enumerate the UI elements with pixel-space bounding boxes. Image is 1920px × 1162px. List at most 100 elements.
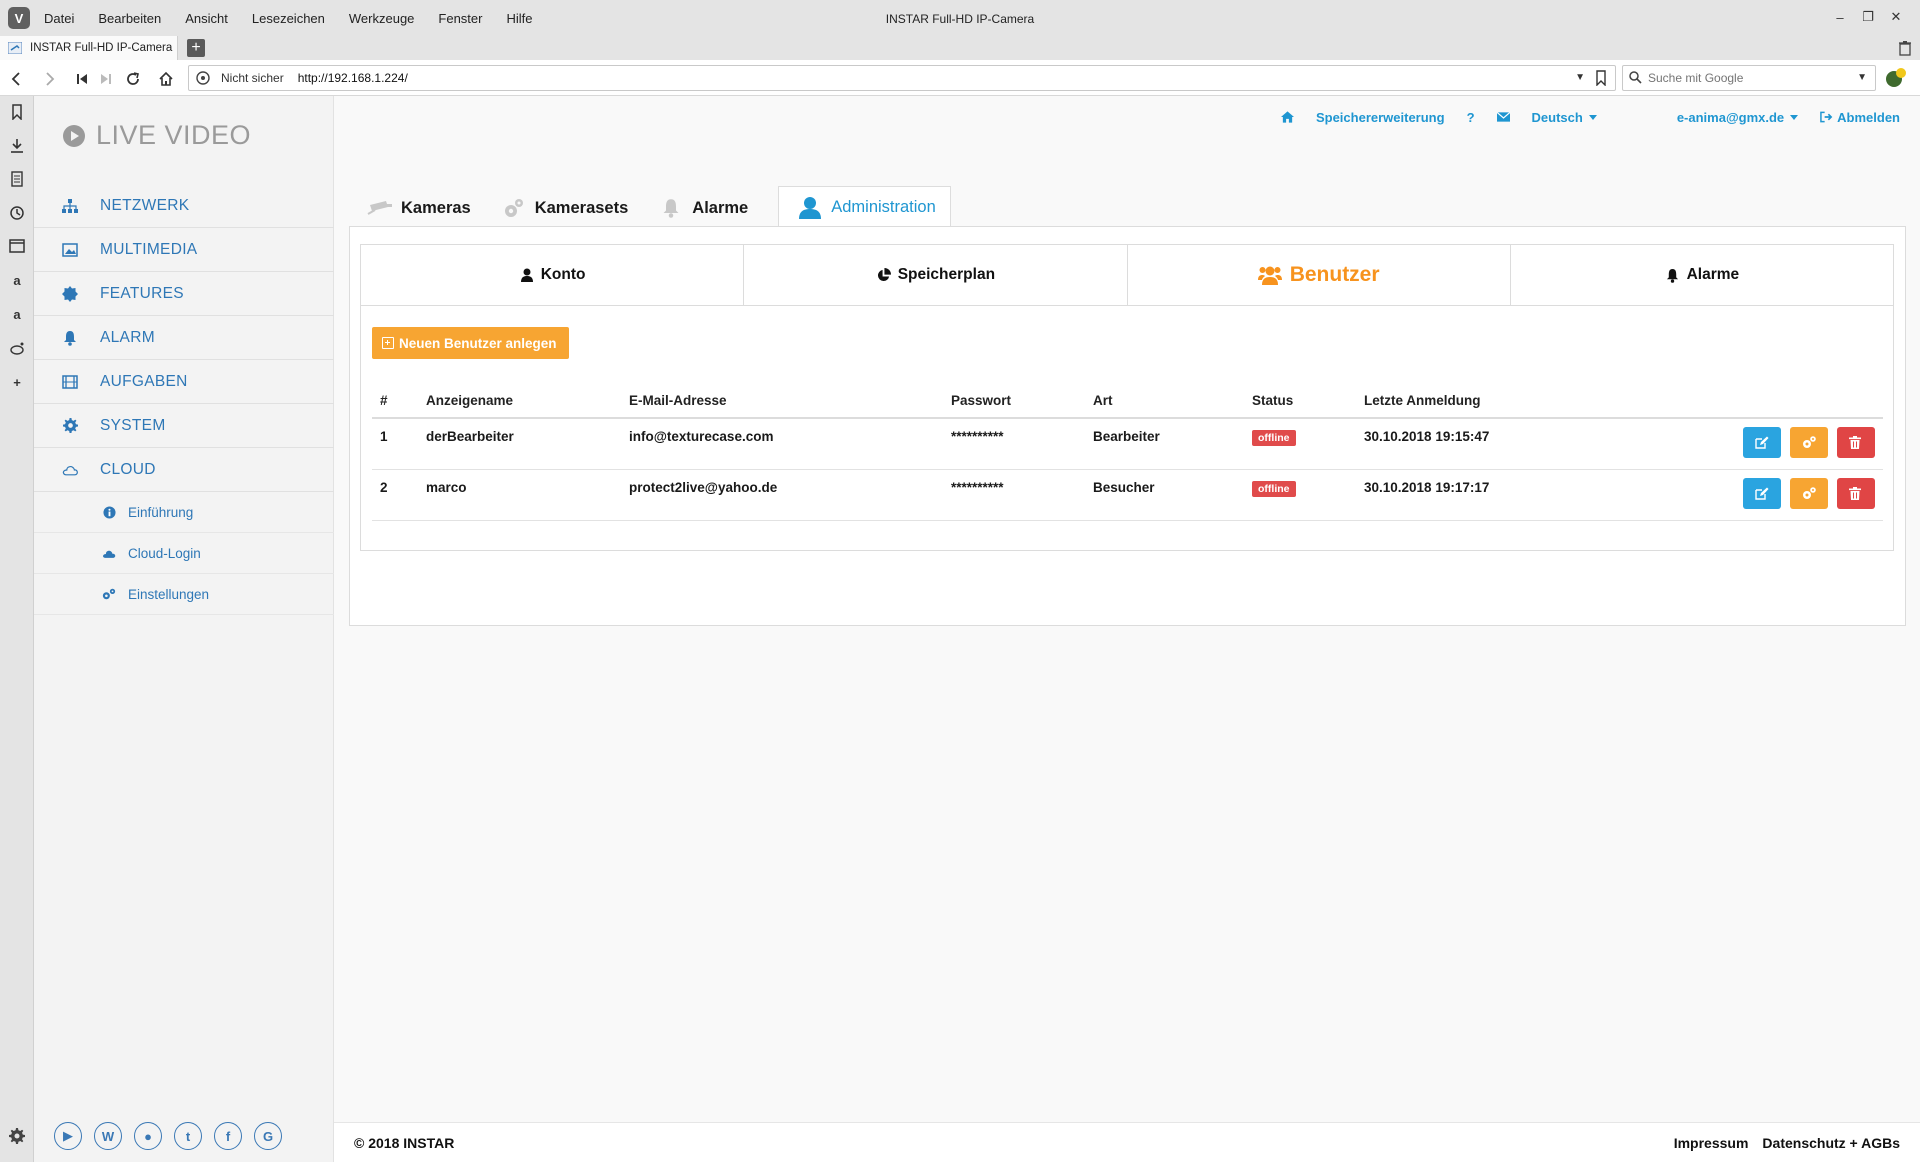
delete-user-button[interactable] xyxy=(1837,477,1875,509)
tab-administration[interactable]: Administration xyxy=(778,186,951,228)
close-icon[interactable]: ✕ xyxy=(1882,6,1910,28)
add-user-button[interactable]: Neuen Benutzer anlegen xyxy=(372,327,569,359)
sitemap-icon xyxy=(62,198,78,214)
sidebar-item-netzwerk[interactable]: NETZWERK xyxy=(34,184,334,228)
storage-link[interactable]: Speichererweiterung xyxy=(1316,110,1445,125)
cell-status: offline xyxy=(1244,469,1356,521)
window-panel-icon[interactable] xyxy=(7,236,27,256)
subtab-konto[interactable]: Konto xyxy=(361,245,745,305)
cell-actions xyxy=(1606,418,1883,470)
fastforward-icon[interactable] xyxy=(96,69,116,89)
address-bar[interactable]: Nicht sicher http://192.168.1.224/ ▼ xyxy=(188,65,1616,91)
table-header-row: # Anzeigename E-Mail-Adresse Passwort Ar… xyxy=(372,384,1883,419)
menu-werkzeuge[interactable]: Werkzeuge xyxy=(349,11,415,26)
subtab-label: Benutzer xyxy=(1289,263,1380,286)
live-video-link[interactable]: LIVE VIDEO xyxy=(62,120,251,151)
impressum-link[interactable]: Impressum xyxy=(1674,1135,1749,1151)
reddit-panel-icon[interactable] xyxy=(7,338,27,358)
search-engine-dropdown-icon[interactable]: ▼ xyxy=(1857,72,1867,83)
language-dropdown[interactable]: Deutsch xyxy=(1532,110,1597,125)
help-link[interactable]: ? xyxy=(1467,110,1475,125)
sidebar-subitem-cloud-login[interactable]: Cloud-Login xyxy=(34,533,334,574)
mail-link[interactable] xyxy=(1496,112,1510,122)
envelope-icon xyxy=(1496,112,1510,122)
cell-name: derBearbeiter xyxy=(418,418,621,470)
sidebar-subitem-einstellungen[interactable]: Einstellungen xyxy=(34,574,334,615)
admin-subtabs: Konto Speicherplan Benutzer Alarme xyxy=(360,244,1894,306)
user-settings-button[interactable] xyxy=(1790,477,1829,509)
amazon-panel-icon-2[interactable]: a xyxy=(7,304,27,324)
menu-hilfe[interactable]: Hilfe xyxy=(506,11,532,26)
user-dropdown[interactable]: e-anima@gmx.de xyxy=(1677,110,1799,125)
sidebar-item-system[interactable]: SYSTEM xyxy=(34,404,334,448)
bookmark-icon[interactable] xyxy=(1595,70,1607,86)
url-text[interactable]: http://192.168.1.224/ xyxy=(298,71,408,85)
browser-tab[interactable]: INSTAR Full-HD IP-Camera xyxy=(0,36,178,60)
subtab-benutzer[interactable]: Benutzer xyxy=(1128,245,1511,305)
new-tab-button[interactable]: + xyxy=(187,39,205,57)
forum-icon[interactable]: ● xyxy=(134,1122,162,1150)
minimize-icon[interactable]: – xyxy=(1826,6,1854,28)
google-plus-icon[interactable]: G xyxy=(254,1122,282,1150)
logout-link[interactable]: Abmelden xyxy=(1820,110,1900,125)
edit-user-button[interactable] xyxy=(1743,427,1782,458)
home-icon[interactable] xyxy=(156,69,176,89)
menu-lesezeichen[interactable]: Lesezeichen xyxy=(252,11,325,26)
wordpress-icon[interactable]: W xyxy=(94,1122,122,1150)
notes-panel-icon[interactable] xyxy=(7,169,27,189)
add-panel-icon[interactable]: + xyxy=(7,372,27,392)
tab-kameras[interactable]: Kameras xyxy=(367,189,487,227)
user-icon xyxy=(519,267,535,283)
sidebar-item-features[interactable]: FEATURES xyxy=(34,272,334,316)
amazon-panel-icon[interactable]: a xyxy=(7,270,27,290)
rewind-icon[interactable] xyxy=(72,69,92,89)
menu-ansicht[interactable]: Ansicht xyxy=(185,11,228,26)
extension-icon[interactable] xyxy=(1884,67,1908,89)
sidebar-item-label: AUFGABEN xyxy=(100,372,188,390)
forward-icon[interactable] xyxy=(40,69,60,89)
sidebar-item-multimedia[interactable]: MULTIMEDIA xyxy=(34,228,334,272)
sidebar-item-aufgaben[interactable]: AUFGABEN xyxy=(34,360,334,404)
facebook-icon[interactable]: f xyxy=(214,1122,242,1150)
cloud-icon xyxy=(62,462,78,478)
url-dropdown-icon[interactable]: ▼ xyxy=(1575,72,1585,83)
back-icon[interactable] xyxy=(6,69,26,89)
users-section: Neuen Benutzer anlegen # Anzeigename E-M… xyxy=(360,306,1894,551)
cell-role: Bearbeiter xyxy=(1085,418,1244,470)
info-security-icon[interactable] xyxy=(195,70,211,86)
cell-email: info@texturecase.com xyxy=(621,418,943,470)
menu-datei[interactable]: Datei xyxy=(44,11,74,26)
downloads-panel-icon[interactable] xyxy=(7,136,27,156)
window-controls: – ❐ ✕ xyxy=(1826,6,1910,28)
sidebar-subitem-einfuehrung[interactable]: Einführung xyxy=(34,492,334,533)
bookmarks-panel-icon[interactable] xyxy=(7,102,27,122)
edit-user-button[interactable] xyxy=(1743,477,1782,509)
privacy-link[interactable]: Datenschutz + AGBs xyxy=(1762,1135,1900,1151)
delete-user-button[interactable] xyxy=(1837,427,1875,458)
browser-menubar: V Datei Bearbeiten Ansicht Lesezeichen W… xyxy=(0,0,1920,36)
settings-gear-icon[interactable] xyxy=(9,1128,25,1144)
twitter-icon[interactable]: t xyxy=(174,1122,202,1150)
footer-links: Impressum Datenschutz + AGBs xyxy=(1660,1135,1900,1151)
reload-icon[interactable] xyxy=(123,69,143,89)
subtab-speicherplan[interactable]: Speicherplan xyxy=(744,245,1128,305)
home-link[interactable] xyxy=(1280,111,1294,123)
vivaldi-logo-icon[interactable]: V xyxy=(8,7,30,29)
restore-icon[interactable]: ❐ xyxy=(1854,6,1882,28)
subtab-alarme[interactable]: Alarme xyxy=(1511,245,1893,305)
menu-fenster[interactable]: Fenster xyxy=(438,11,482,26)
trash-icon[interactable] xyxy=(1898,40,1912,56)
search-box[interactable]: ▼ xyxy=(1622,65,1876,91)
sidebar-item-cloud[interactable]: CLOUD xyxy=(34,448,334,492)
tab-kamerasets[interactable]: Kamerasets xyxy=(501,189,645,227)
tab-alarme[interactable]: Alarme xyxy=(658,189,764,227)
menu-bearbeiten[interactable]: Bearbeiten xyxy=(98,11,161,26)
cell-role: Besucher xyxy=(1085,469,1244,521)
history-panel-icon[interactable] xyxy=(7,203,27,223)
add-user-label: Neuen Benutzer anlegen xyxy=(399,335,557,351)
sidebar-item-alarm[interactable]: ALARM xyxy=(34,316,334,360)
youtube-icon[interactable]: ▶ xyxy=(54,1122,82,1150)
search-input[interactable] xyxy=(1648,71,1848,85)
user-settings-button[interactable] xyxy=(1790,427,1829,458)
col-header-actions xyxy=(1606,384,1883,419)
